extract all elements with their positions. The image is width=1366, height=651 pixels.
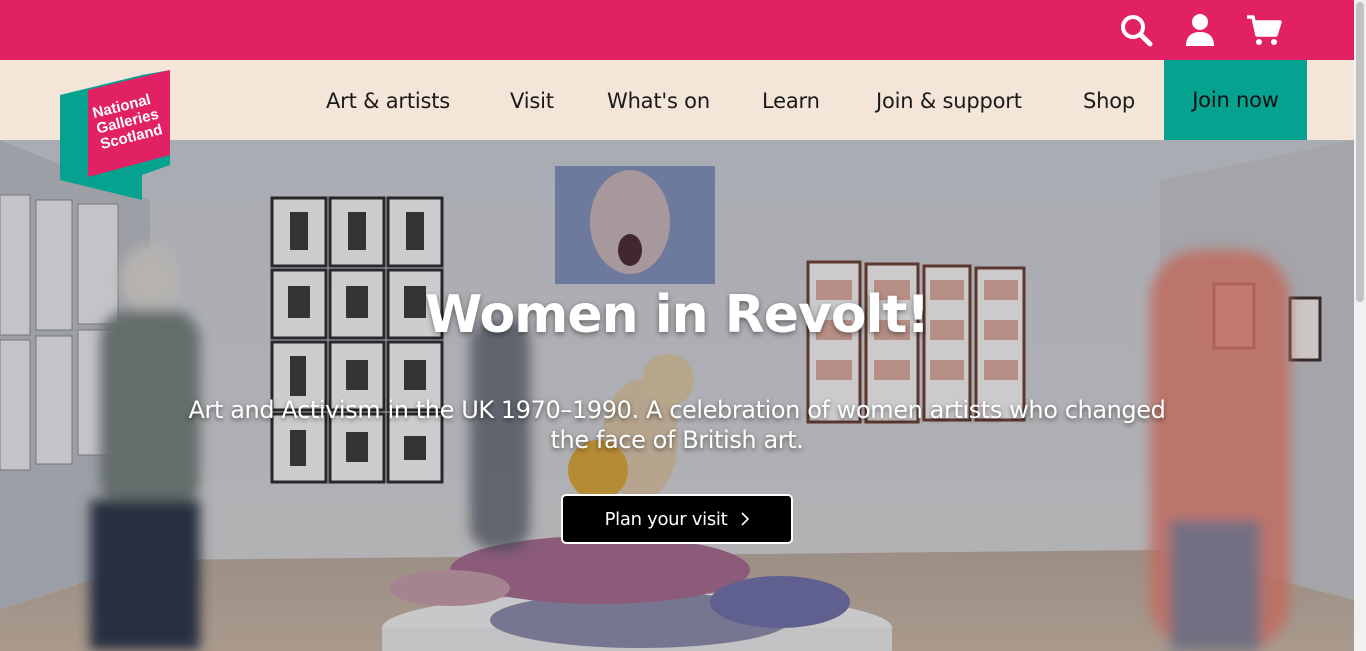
utility-bar (0, 0, 1354, 60)
search-icon[interactable] (1118, 12, 1154, 48)
nav-join-support[interactable]: Join & support (876, 89, 1022, 113)
chevron-right-icon (741, 512, 750, 526)
plan-visit-label: Plan your visit (604, 508, 728, 530)
account-icon[interactable] (1182, 12, 1218, 48)
scrollbar-thumb[interactable] (1356, 2, 1364, 302)
join-now-button[interactable]: Join now (1164, 60, 1307, 140)
nav-whats-on[interactable]: What's on (607, 89, 710, 113)
plan-visit-button[interactable]: Plan your visit (561, 494, 793, 544)
hero-title: Women in Revolt! (424, 285, 930, 345)
nav-art-artists[interactable]: Art & artists (326, 89, 450, 113)
hero-subtitle: Art and Activism in the UK 1970–1990. A … (188, 396, 1166, 454)
hero-banner: Women in Revolt! Art and Activism in the… (0, 140, 1354, 651)
nav-learn[interactable]: Learn (762, 89, 820, 113)
cart-icon[interactable] (1246, 12, 1282, 48)
nav-visit[interactable]: Visit (510, 89, 554, 113)
site-logo[interactable]: National Galleries Scotland (60, 70, 172, 202)
main-nav: Art & artists Visit What's on Learn Join… (0, 60, 1354, 140)
nav-shop[interactable]: Shop (1083, 89, 1135, 113)
